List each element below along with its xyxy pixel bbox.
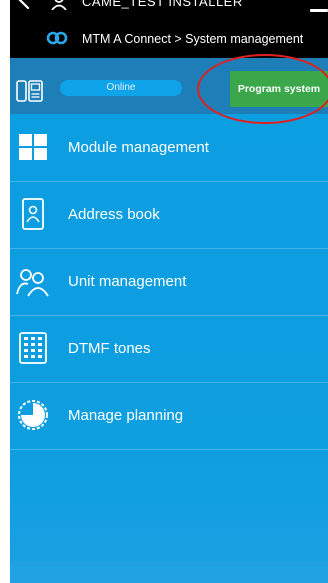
connect-logo-icon (46, 31, 68, 45)
keypad-icon (19, 332, 47, 364)
clock-icon (18, 400, 48, 430)
menu-item-address-book[interactable]: Address book (10, 181, 328, 249)
menu-item-label: Address book (68, 206, 160, 223)
intercom-panel-icon (16, 80, 43, 102)
menu-item-module-management[interactable]: Module management (10, 114, 328, 182)
menu-item-manage-planning[interactable]: Manage planning (10, 382, 328, 450)
system-status-bar: Online Program system (10, 58, 328, 114)
contact-card-icon (22, 198, 44, 230)
app-screen: CAME_TEST INSTALLER MTM A Connect > Syst… (10, 0, 328, 583)
users-icon (16, 269, 49, 297)
menu-item-label: Unit management (68, 273, 187, 290)
menu-item-unit-management[interactable]: Unit management (10, 248, 328, 316)
user-icon (51, 0, 67, 10)
program-system-button[interactable]: Program system (230, 71, 328, 107)
back-arrow-icon[interactable] (14, 0, 34, 10)
menu-item-label: Module management (68, 139, 209, 156)
hamburger-menu-icon[interactable] (310, 9, 328, 12)
status-badge: Online (60, 80, 182, 96)
breadcrumb: MTM A Connect > System management (82, 32, 304, 46)
menu-item-label: DTMF tones (68, 340, 151, 357)
grid-icon (19, 134, 47, 160)
device-name: CAME_TEST INSTALLER (82, 0, 243, 9)
menu-item-label: Manage planning (68, 407, 184, 424)
app-header: CAME_TEST INSTALLER MTM A Connect > Syst… (10, 0, 328, 58)
menu-item-dtmf-tones[interactable]: DTMF tones (10, 315, 328, 383)
bottom-bar (10, 562, 328, 583)
